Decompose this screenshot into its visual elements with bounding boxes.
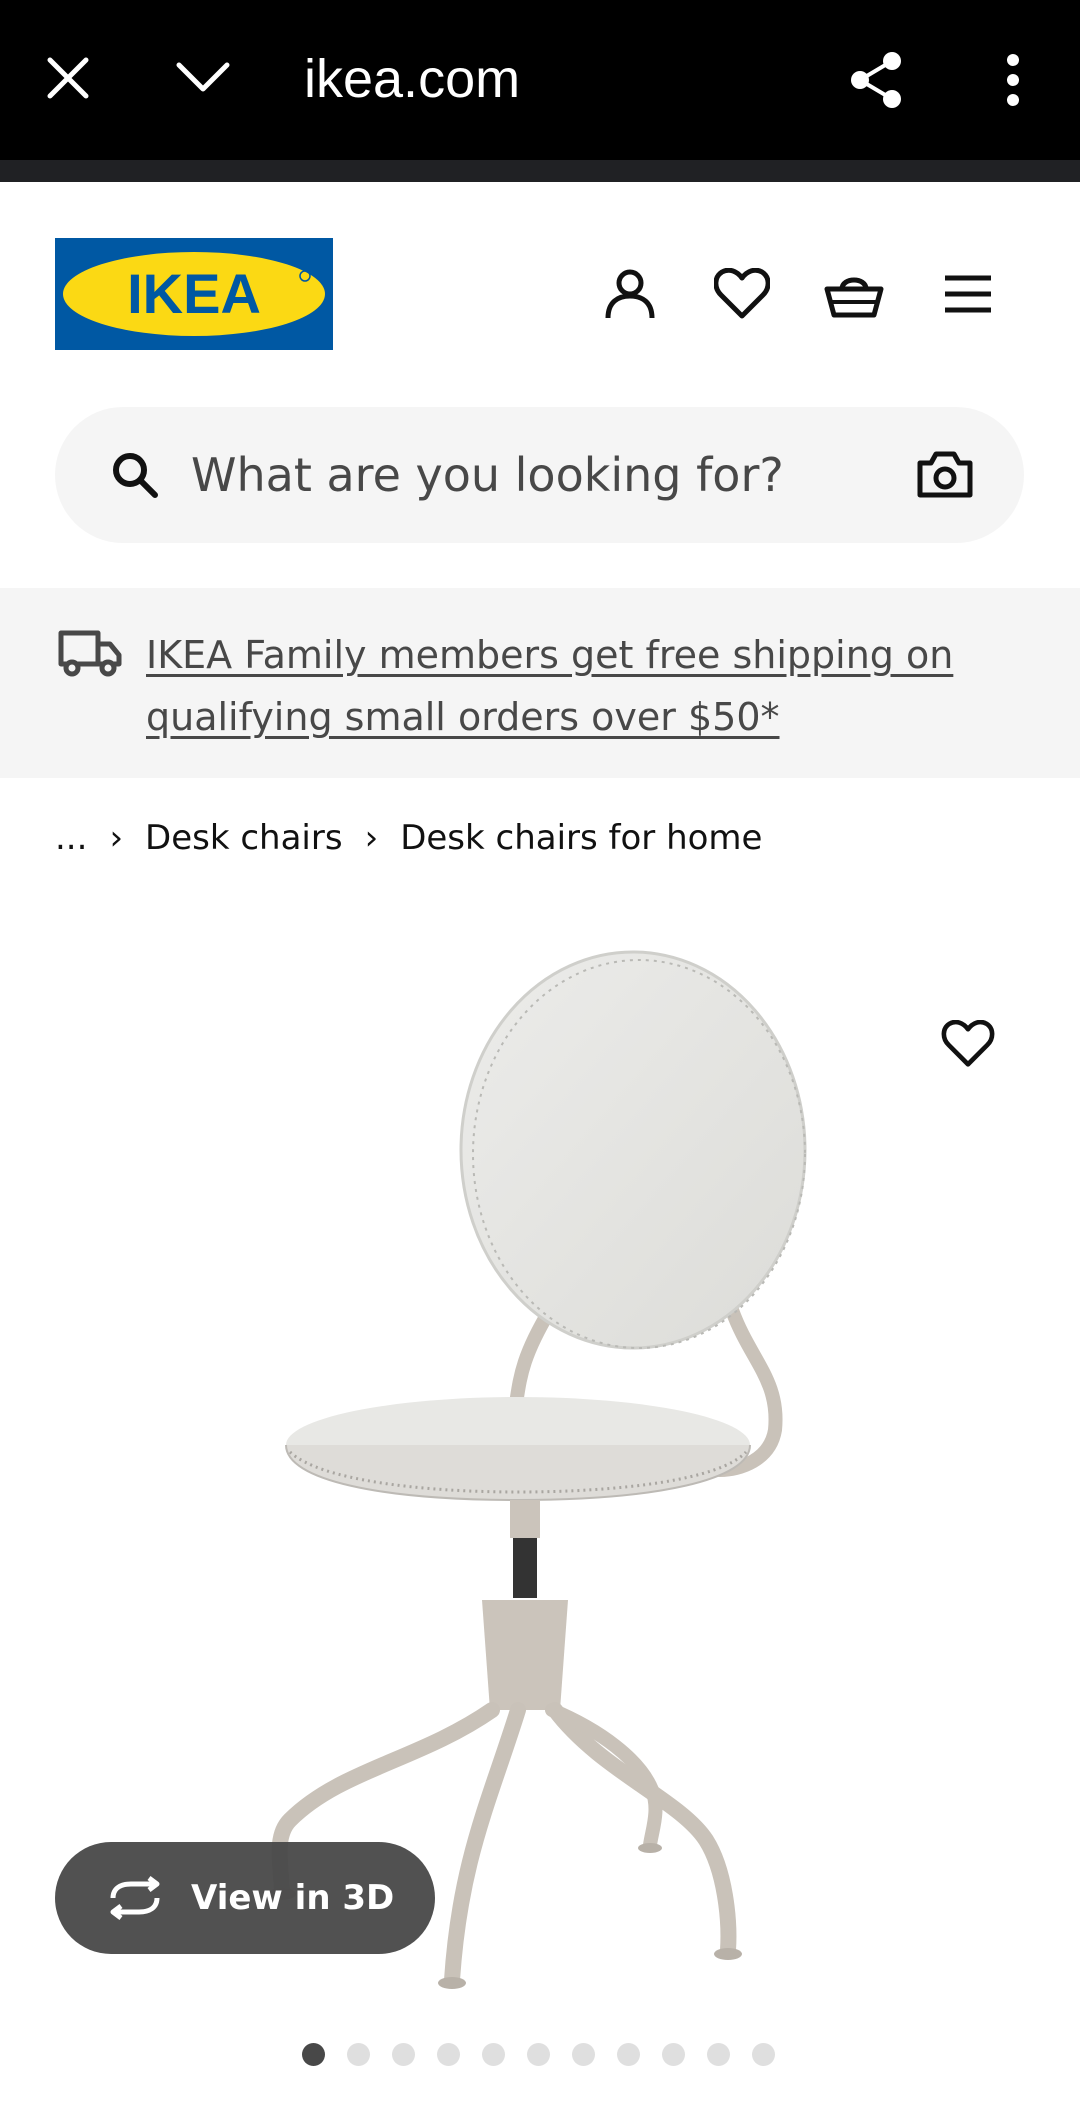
carousel-dot[interactable] <box>662 2043 685 2066</box>
more-vert-icon[interactable] <box>996 50 1030 110</box>
menu-icon[interactable] <box>936 262 1000 326</box>
view-in-3d-label: View in 3D <box>191 1878 395 1918</box>
heart-icon <box>941 1020 995 1067</box>
carousel-dot[interactable] <box>572 2043 595 2066</box>
chevron-right-icon: › <box>364 818 379 858</box>
carousel-dot[interactable] <box>437 2043 460 2066</box>
breadcrumb: ... › Desk chairs › Desk chairs for home <box>55 812 762 864</box>
carousel-dot[interactable] <box>347 2043 370 2066</box>
browser-toolbar: ikea.com <box>0 0 1080 182</box>
add-to-favourites-button[interactable] <box>938 1014 998 1074</box>
toolbar-divider <box>0 160 1080 182</box>
carousel-dot[interactable] <box>302 2043 325 2066</box>
chevron-right-icon: › <box>109 818 124 858</box>
breadcrumb-desk-chairs-for-home[interactable]: Desk chairs for home <box>400 818 762 858</box>
carousel-dot[interactable] <box>482 2043 505 2066</box>
truck-icon <box>58 628 122 682</box>
ikea-logo[interactable]: IKEA <box>55 238 333 350</box>
search-input[interactable]: What are you looking for? <box>191 443 784 507</box>
carousel-dot[interactable] <box>752 2043 775 2066</box>
breadcrumb-desk-chairs[interactable]: Desk chairs <box>145 818 343 858</box>
account-icon[interactable] <box>598 262 662 326</box>
chevron-down-icon[interactable] <box>170 50 236 106</box>
page: ikea.com IKEA What are you looking for? … <box>0 0 1080 2121</box>
carousel-dot[interactable] <box>392 2043 415 2066</box>
url-text[interactable]: ikea.com <box>304 44 520 114</box>
rotate-3d-icon <box>105 1876 165 1924</box>
logo-oval: IKEA <box>63 252 325 336</box>
shipping-banner-link[interactable]: IKEA Family members get free shipping on… <box>146 624 1006 748</box>
product-image-chair[interactable] <box>220 940 840 2000</box>
breadcrumb-ellipsis[interactable]: ... <box>55 818 87 858</box>
heart-icon[interactable] <box>710 262 774 326</box>
image-carousel-indicator <box>302 2043 775 2069</box>
share-icon[interactable] <box>846 50 906 110</box>
logo-text: IKEA <box>127 262 261 325</box>
basket-icon[interactable] <box>822 262 886 326</box>
camera-icon[interactable] <box>917 449 973 503</box>
carousel-dot[interactable] <box>707 2043 730 2066</box>
carousel-dot[interactable] <box>617 2043 640 2066</box>
shipping-banner: IKEA Family members get free shipping on… <box>0 588 1080 778</box>
close-icon[interactable] <box>40 50 96 106</box>
search-bar[interactable]: What are you looking for? <box>55 407 1024 543</box>
search-icon <box>111 451 159 503</box>
carousel-dot[interactable] <box>527 2043 550 2066</box>
view-in-3d-button[interactable]: View in 3D <box>55 1842 435 1954</box>
